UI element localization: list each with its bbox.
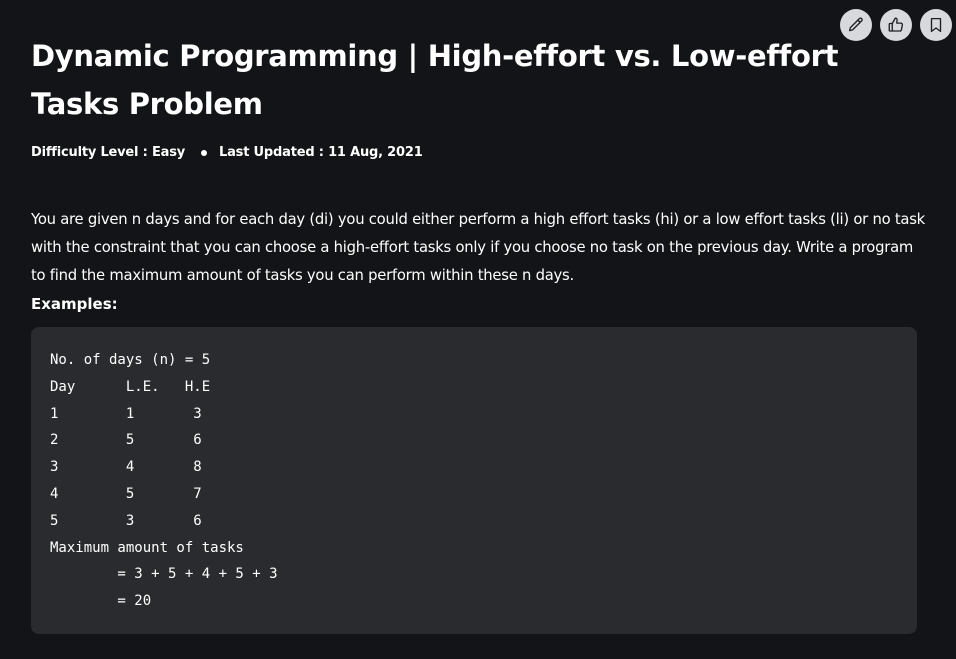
difficulty-level: Difficulty Level : Easy: [31, 145, 186, 160]
separator-dot: [201, 150, 208, 156]
bookmark-button[interactable]: [920, 9, 952, 41]
example-code: No. of days (n) = 5 Day L.E. H.E 1 1 3 2…: [50, 352, 278, 610]
last-updated: Last Updated : 11 Aug, 2021: [219, 145, 423, 160]
problem-description: You are given n days and for each day (d…: [31, 211, 925, 284]
example-code-block: No. of days (n) = 5 Day L.E. H.E 1 1 3 2…: [31, 327, 917, 634]
examples-heading: Examples:: [31, 295, 118, 313]
article-title: Dynamic Programming | High-effort vs. Lo…: [31, 39, 839, 121]
article-meta: Difficulty Level : Easy Last Updated : 1…: [31, 143, 423, 163]
bookmark-icon: [930, 17, 942, 33]
